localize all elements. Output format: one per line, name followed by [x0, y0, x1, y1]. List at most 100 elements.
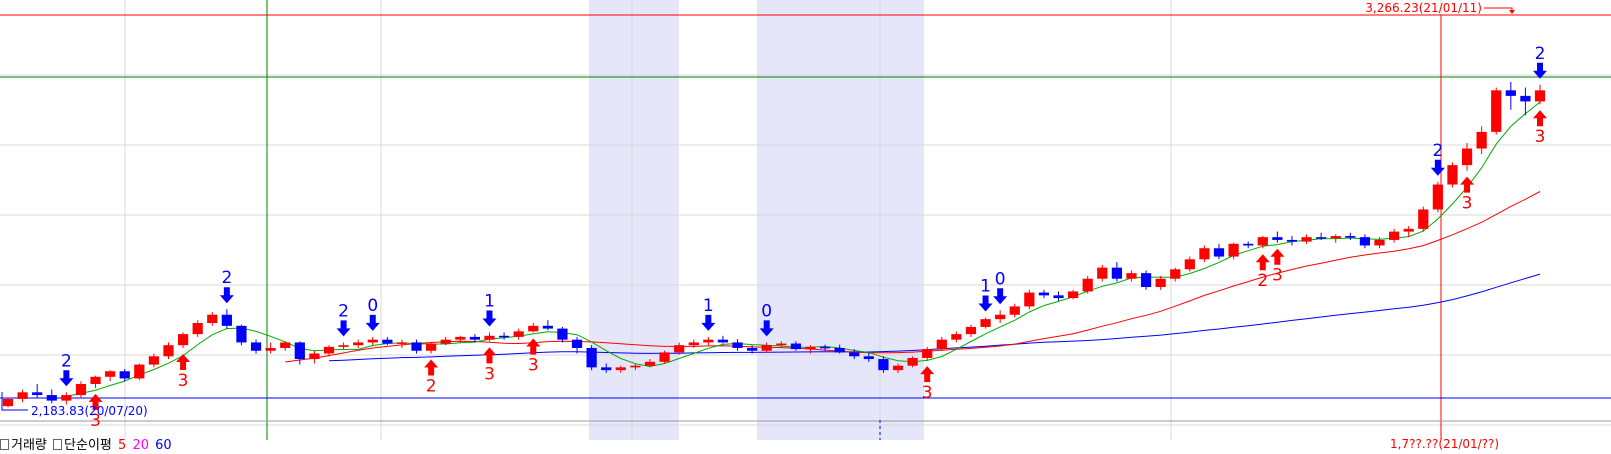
candle-body: [177, 334, 189, 346]
candle-body: [571, 339, 583, 348]
candle-body: [207, 314, 218, 324]
candle-body: [221, 314, 232, 326]
candle-body: [338, 345, 349, 347]
signal-down-arrow-icon: [701, 314, 716, 331]
candle-body: [1272, 237, 1283, 240]
candle-body: [1301, 237, 1312, 242]
signal-up-label: 3: [178, 371, 189, 391]
candle-body: [455, 336, 466, 340]
candle-body: [1243, 243, 1254, 246]
bottom-value-label: 1,7??.??(21/01/??): [1390, 437, 1499, 451]
signal-down-label: 2: [221, 268, 232, 288]
candle-body: [484, 335, 495, 340]
candle-body: [513, 331, 524, 337]
signal-down-arrow-icon: [336, 320, 351, 337]
candle-body: [1140, 273, 1152, 288]
signal-down-arrow-icon: [219, 287, 234, 304]
signal-down-label: 2: [61, 351, 72, 371]
candle-body: [1359, 237, 1371, 246]
candle-body: [878, 359, 889, 371]
candle-body: [601, 367, 612, 371]
candle-body: [90, 376, 101, 384]
candle-body: [192, 323, 203, 335]
candle-body: [1491, 90, 1502, 132]
candle-body: [1082, 278, 1093, 292]
signal-up-arrow-icon: [1270, 248, 1285, 265]
ma-period-20: 20: [132, 438, 149, 453]
signal-up-label: 3: [1535, 127, 1546, 147]
candle-body: [644, 361, 656, 366]
candle-body: [1447, 165, 1458, 185]
shaded-region: [589, 0, 679, 440]
candle-body: [1418, 209, 1429, 229]
candle-body: [834, 347, 845, 353]
ma-label[interactable]: 단순이평: [64, 438, 112, 453]
candle-body: [411, 342, 422, 351]
candle-body: [805, 346, 816, 350]
candle-body: [148, 356, 160, 365]
candle-body: [280, 342, 291, 348]
candle-body: [32, 392, 43, 396]
signal-up-label: 3: [1272, 266, 1283, 286]
candle-body: [863, 356, 874, 360]
candle-body: [542, 325, 553, 329]
candle-body: [819, 346, 831, 349]
signal-down-label: 2: [1432, 141, 1443, 161]
candle-body: [922, 349, 933, 358]
checkbox-icon[interactable]: [53, 439, 63, 450]
candle-body: [528, 325, 539, 332]
candle-body: [1257, 237, 1268, 246]
candle-body: [659, 352, 670, 362]
candle-body: [688, 342, 699, 346]
candle-body: [1213, 248, 1225, 257]
candle-body: [236, 325, 247, 343]
candle-body: [1286, 239, 1298, 242]
signal-up-arrow-icon: [1460, 176, 1475, 193]
signal-down-label: 0: [761, 301, 772, 321]
high-arrow-icon: [1509, 10, 1515, 14]
candle-body: [1316, 237, 1327, 239]
signal-down-label: 0: [367, 296, 378, 316]
candle-body: [265, 347, 276, 351]
candle-body: [951, 334, 962, 340]
candle-body: [630, 365, 641, 368]
signal-up-arrow-icon: [1533, 110, 1547, 127]
volume-label[interactable]: 거래량: [11, 438, 47, 453]
candle-body: [1126, 273, 1137, 279]
candle-body: [1388, 231, 1400, 240]
candle-body: [1009, 306, 1020, 315]
candle-body: [1097, 267, 1108, 279]
checkbox-icon[interactable]: [0, 439, 9, 450]
candle-body: [353, 342, 364, 346]
candle-body: [1155, 278, 1166, 288]
candle-body: [1199, 248, 1210, 260]
ma-period-5: 5: [118, 438, 127, 453]
high-label-leader: [1484, 7, 1513, 12]
signal-up-label: 3: [1462, 194, 1473, 214]
candle-body: [586, 347, 597, 368]
signal-up-label: 3: [484, 364, 495, 384]
candle-body: [382, 339, 393, 344]
signal-down-arrow-icon: [482, 310, 497, 327]
candle-body: [703, 339, 714, 343]
signal-up-label: 3: [922, 383, 933, 403]
signal-down-arrow-icon: [1533, 62, 1547, 79]
signal-up-arrow-icon: [424, 359, 439, 376]
candle-body: [426, 343, 437, 351]
candle-body: [1170, 269, 1181, 279]
signal-up-arrow-icon: [176, 353, 191, 370]
candle-body: [557, 328, 568, 340]
candle-body: [2, 398, 14, 407]
signal-down-label: 1: [703, 296, 714, 316]
candle-body: [790, 343, 801, 350]
high-label: 3,266.23(21/01/11): [1365, 1, 1482, 15]
candle-body: [1520, 95, 1531, 102]
signal-down-label: 2: [338, 301, 349, 321]
signal-down-label: 1: [980, 277, 991, 297]
candle-body: [1038, 292, 1050, 296]
candle-body: [1432, 184, 1443, 210]
candle-body: [134, 364, 145, 379]
candle-body: [105, 371, 116, 377]
price-chart[interactable]: 222 0 1 1 01 02233 23 332 3333,266.23(21/01/11)2…: [0, 0, 1611, 454]
signal-up-arrow-icon: [1255, 254, 1270, 271]
